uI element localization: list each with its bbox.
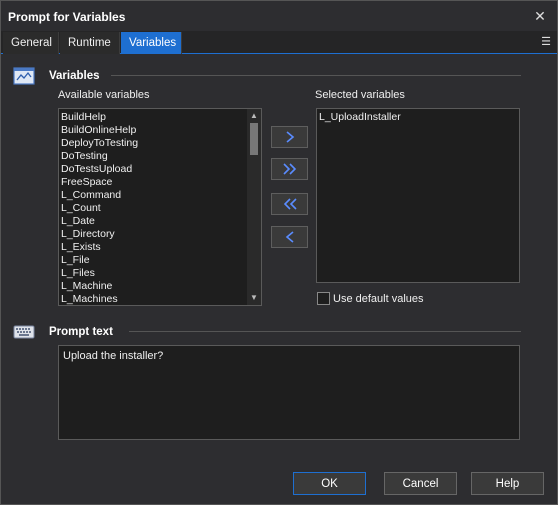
cancel-button[interactable]: Cancel: [384, 472, 457, 495]
selected-variables-list[interactable]: L_UploadInstaller: [316, 108, 520, 283]
add-all-button[interactable]: [271, 158, 308, 180]
list-item[interactable]: BuildHelp: [59, 111, 261, 124]
list-item[interactable]: L_Count: [59, 202, 261, 215]
tab-variables[interactable]: Variables: [121, 32, 182, 54]
close-button[interactable]: ✕: [529, 6, 551, 26]
remove-all-button[interactable]: [271, 193, 308, 215]
tab-menu-button[interactable]: ☰: [539, 35, 553, 51]
list-item[interactable]: DoTesting: [59, 150, 261, 163]
add-selected-button[interactable]: [271, 126, 308, 148]
remove-selected-button[interactable]: [271, 226, 308, 248]
list-item[interactable]: L_Exists: [59, 241, 261, 254]
prompt-text-input[interactable]: Upload the installer?: [58, 345, 520, 440]
tab-bar: General Runtime Variables ☰: [1, 31, 557, 54]
list-item[interactable]: L_Date: [59, 215, 261, 228]
scroll-down-icon[interactable]: ▼: [249, 293, 259, 303]
double-chevron-left-icon: [283, 198, 297, 210]
section-divider: [129, 331, 521, 332]
list-item[interactable]: FreeSpace: [59, 176, 261, 189]
list-item[interactable]: L_File: [59, 254, 261, 267]
double-chevron-right-icon: [282, 163, 296, 175]
list-item[interactable]: L_UploadInstaller: [317, 111, 519, 124]
list-item[interactable]: L_Directory: [59, 228, 261, 241]
list-item[interactable]: DoTestsUpload: [59, 163, 261, 176]
available-variables-list[interactable]: BuildHelp BuildOnlineHelp DeployToTestin…: [58, 108, 262, 306]
chevron-left-icon: [285, 231, 294, 243]
use-default-values-checkbox[interactable]: [317, 292, 330, 305]
list-item[interactable]: BuildOnlineHelp: [59, 124, 261, 137]
title-bar: Prompt for Variables ✕: [1, 1, 557, 31]
variables-icon: [13, 67, 35, 85]
list-scrollbar[interactable]: ▲ ▼: [247, 109, 261, 305]
list-item[interactable]: DeployToTesting: [59, 137, 261, 150]
window-title: Prompt for Variables: [8, 10, 126, 24]
prompt-text-section-title: Prompt text: [49, 326, 113, 338]
variables-section-title: Variables: [49, 70, 100, 82]
tab-runtime[interactable]: Runtime: [60, 32, 120, 54]
list-item[interactable]: L_Machine: [59, 280, 261, 293]
close-icon: ✕: [534, 7, 546, 24]
list-item[interactable]: L_Command: [59, 189, 261, 202]
keyboard-icon: [13, 325, 35, 339]
use-default-values-label[interactable]: Use default values: [333, 293, 424, 305]
section-divider: [111, 75, 521, 76]
list-item[interactable]: L_Machines: [59, 293, 261, 306]
prompt-for-variables-dialog: Prompt for Variables ✕ General Runtime V…: [0, 0, 558, 505]
tab-general[interactable]: General: [3, 32, 59, 54]
available-variables-label: Available variables: [58, 89, 150, 101]
selected-variables-label: Selected variables: [315, 89, 405, 101]
chevron-right-icon: [285, 131, 294, 143]
scroll-thumb[interactable]: [250, 123, 258, 155]
list-item[interactable]: L_Files: [59, 267, 261, 280]
scroll-up-icon[interactable]: ▲: [249, 111, 259, 121]
help-button[interactable]: Help: [471, 472, 544, 495]
menu-icon: ☰: [541, 36, 551, 48]
ok-button[interactable]: OK: [293, 472, 366, 495]
